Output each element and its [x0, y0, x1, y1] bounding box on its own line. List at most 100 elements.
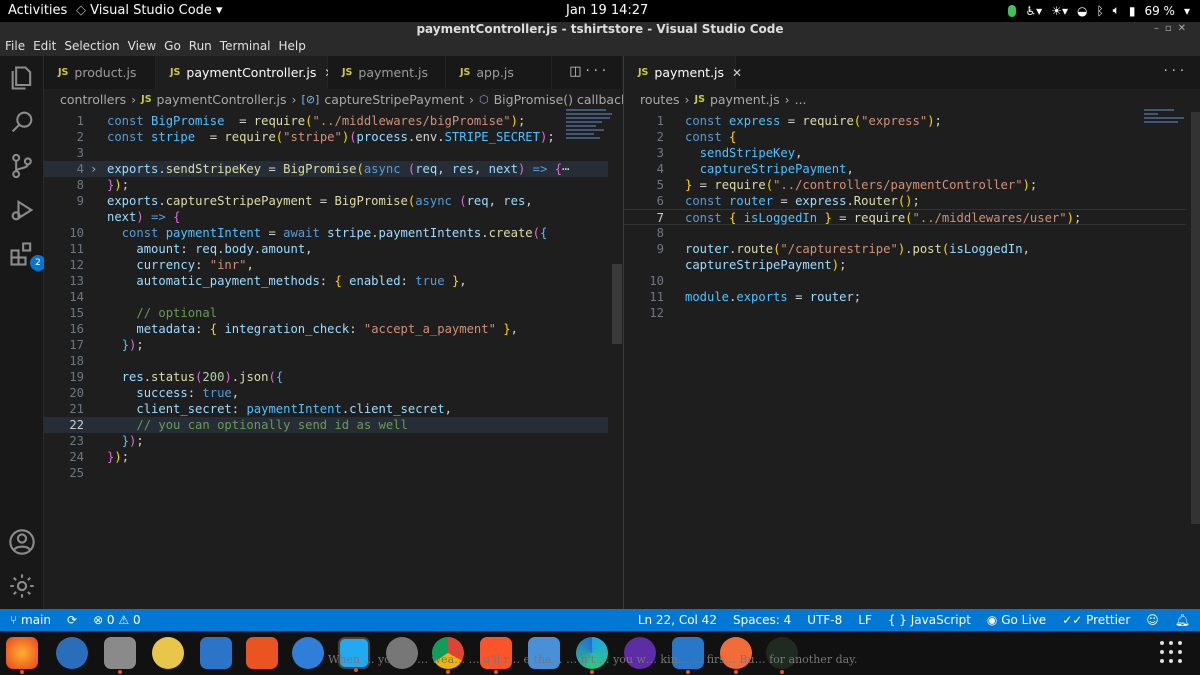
menu-view[interactable]: View: [128, 38, 156, 56]
minimap[interactable]: [1144, 109, 1196, 159]
code-line[interactable]: 24});: [44, 449, 608, 465]
bluetooth-icon[interactable]: ᛒ: [1096, 4, 1103, 18]
code-line[interactable]: 3 sendStripeKey,: [624, 145, 1186, 161]
tab-app-js[interactable]: JS app.js: [446, 56, 552, 89]
code-line[interactable]: 7 const { isLoggedIn } = require("../midd…: [624, 209, 1186, 225]
code-line[interactable]: 16 metadata: { integration_check: "accep…: [44, 321, 608, 337]
end-of-line[interactable]: LF: [858, 613, 872, 627]
tab-payment-js[interactable]: JS payment.js ✕: [624, 56, 742, 89]
code-line[interactable]: captureStripePayment);: [624, 257, 1186, 273]
breadcrumb-symbol[interactable]: captureStripePayment: [324, 92, 464, 107]
code-line[interactable]: 17 });: [44, 337, 608, 353]
code-editor[interactable]: 1 const BigPromise = require("../middlewa…: [44, 109, 622, 609]
code-line[interactable]: 1 const BigPromise = require("../middlewa…: [44, 113, 608, 129]
menu-file[interactable]: File: [5, 38, 25, 56]
close-icon[interactable]: ✕: [1178, 23, 1192, 34]
vertical-scrollbar[interactable]: [1191, 112, 1200, 524]
thunderbird-icon[interactable]: [56, 637, 88, 669]
code-line[interactable]: 12: [624, 305, 1186, 321]
code-line[interactable]: 6 const router = express.Router();: [624, 193, 1186, 209]
source-control-icon[interactable]: [8, 152, 36, 180]
fold-chevron-icon[interactable]: ›: [90, 161, 97, 177]
run-debug-icon[interactable]: [8, 196, 36, 224]
code-line[interactable]: 10: [624, 273, 1186, 289]
settings-gear-icon[interactable]: [8, 572, 36, 600]
code-line[interactable]: 10 const paymentIntent = await stripe.pa…: [44, 225, 608, 241]
system-tray[interactable]: ♿▾ ☀▾ ◒ ᛒ 🔈︎ ▮ 69 % ▾: [1008, 3, 1190, 18]
activities-button[interactable]: Activities: [8, 3, 67, 18]
code-line[interactable]: 11 module.exports = router;: [624, 289, 1186, 305]
minimap[interactable]: [566, 109, 618, 159]
prettier-status[interactable]: ✓✓ Prettier: [1062, 613, 1130, 627]
go-live-button[interactable]: ◉ Go Live: [987, 613, 1046, 627]
code-line[interactable]: 23 });: [44, 433, 608, 449]
breadcrumb-file[interactable]: paymentController.js: [157, 92, 287, 107]
app-menu[interactable]: ◇ Visual Studio Code ▾: [76, 3, 223, 18]
code-line[interactable]: 2 const {: [624, 129, 1186, 145]
files-icon[interactable]: [104, 637, 136, 674]
tab-payment-js[interactable]: JS payment.js: [328, 56, 446, 89]
code-line[interactable]: 1 const express = require("express");: [624, 113, 1186, 129]
menu-terminal[interactable]: Terminal: [220, 38, 271, 56]
menu-help[interactable]: Help: [279, 38, 306, 56]
menu-run[interactable]: Run: [189, 38, 212, 56]
wifi-icon[interactable]: ◒: [1077, 4, 1087, 18]
maximize-icon[interactable]: ▫: [1165, 23, 1178, 34]
feedback-icon[interactable]: ☺: [1146, 613, 1159, 627]
branch-indicator[interactable]: ⑂ main: [10, 613, 51, 627]
code-line[interactable]: 22 // you can optionally send id as well: [44, 417, 608, 433]
code-editor[interactable]: 1 const express = require("express"); 2 con…: [624, 109, 1200, 609]
rhythmbox-icon[interactable]: [152, 637, 184, 669]
code-line[interactable]: 15 // optional: [44, 305, 608, 321]
writer-icon[interactable]: [200, 637, 232, 669]
show-apps-icon[interactable]: [1160, 641, 1184, 665]
extensions-icon[interactable]: 2: [8, 240, 46, 271]
menu-selection[interactable]: Selection: [64, 38, 119, 56]
code-line[interactable]: 4 › exports.sendStripeKey = BigPromise(asy…: [44, 161, 608, 177]
language-mode[interactable]: { } JavaScript: [888, 613, 971, 627]
menu-go[interactable]: Go: [164, 38, 181, 56]
indentation[interactable]: Spaces: 4: [733, 613, 791, 627]
code-line[interactable]: 14: [44, 289, 608, 305]
tab-product-js[interactable]: JS product.js: [44, 56, 156, 89]
breadcrumb-folder[interactable]: controllers: [60, 92, 126, 107]
code-line[interactable]: 19 res.status(200).json({: [44, 369, 608, 385]
menu-edit[interactable]: Edit: [33, 38, 56, 56]
brightness-icon[interactable]: ☀▾: [1051, 4, 1068, 18]
software-center-icon[interactable]: [246, 637, 278, 669]
accounts-icon[interactable]: [8, 528, 36, 556]
help-icon[interactable]: [292, 637, 324, 669]
cursor-position[interactable]: Ln 22, Col 42: [638, 613, 717, 627]
code-line[interactable]: 4 captureStripePayment,: [624, 161, 1186, 177]
code-line[interactable]: 20 success: true,: [44, 385, 608, 401]
more-actions-icon[interactable]: ···: [586, 64, 610, 79]
vertical-scrollbar[interactable]: [612, 264, 622, 344]
accessibility-icon[interactable]: ♿▾: [1025, 4, 1042, 18]
system-menu-chevron-icon[interactable]: ▾: [1184, 4, 1190, 18]
code-line[interactable]: 25: [44, 465, 608, 481]
code-line[interactable]: 13 automatic_payment_methods: { enabled:…: [44, 273, 608, 289]
code-line[interactable]: 9 exports.captureStripePayment = BigPromi…: [44, 193, 608, 209]
code-line[interactable]: 8: [624, 225, 1186, 241]
close-icon[interactable]: ✕: [732, 66, 742, 80]
tab-paymentcontroller-js[interactable]: JSpaymentController.js✕: [156, 56, 334, 89]
code-line[interactable]: 18: [44, 353, 608, 369]
breadcrumb-callback[interactable]: BigPromise() callback: [494, 92, 629, 107]
clock[interactable]: Jan 19 14:27: [566, 3, 648, 18]
code-line[interactable]: 21 client_secret: paymentIntent.client_s…: [44, 401, 608, 417]
volume-icon[interactable]: 🔈︎: [1113, 3, 1120, 18]
encoding[interactable]: UTF-8: [807, 613, 842, 627]
code-line[interactable]: next) => {: [44, 209, 608, 225]
minimize-icon[interactable]: –: [1154, 23, 1165, 34]
split-editor-icon[interactable]: ◫: [569, 64, 585, 79]
sync-icon[interactable]: ⟳: [67, 613, 77, 627]
code-line[interactable]: 2 const stripe = require("stripe")(proces…: [44, 129, 608, 145]
code-line[interactable]: 3: [44, 145, 608, 161]
breadcrumb-file[interactable]: payment.js: [710, 92, 780, 107]
explorer-icon[interactable]: [8, 64, 36, 92]
code-line[interactable]: 9 router.route("/capturestripe").post(isL…: [624, 241, 1186, 257]
battery-icon[interactable]: ▮: [1129, 4, 1136, 18]
firefox-icon[interactable]: [6, 637, 38, 674]
problems-indicator[interactable]: ⊗ 0 ⚠ 0: [93, 613, 141, 627]
breadcrumb-folder[interactable]: routes: [640, 92, 680, 107]
